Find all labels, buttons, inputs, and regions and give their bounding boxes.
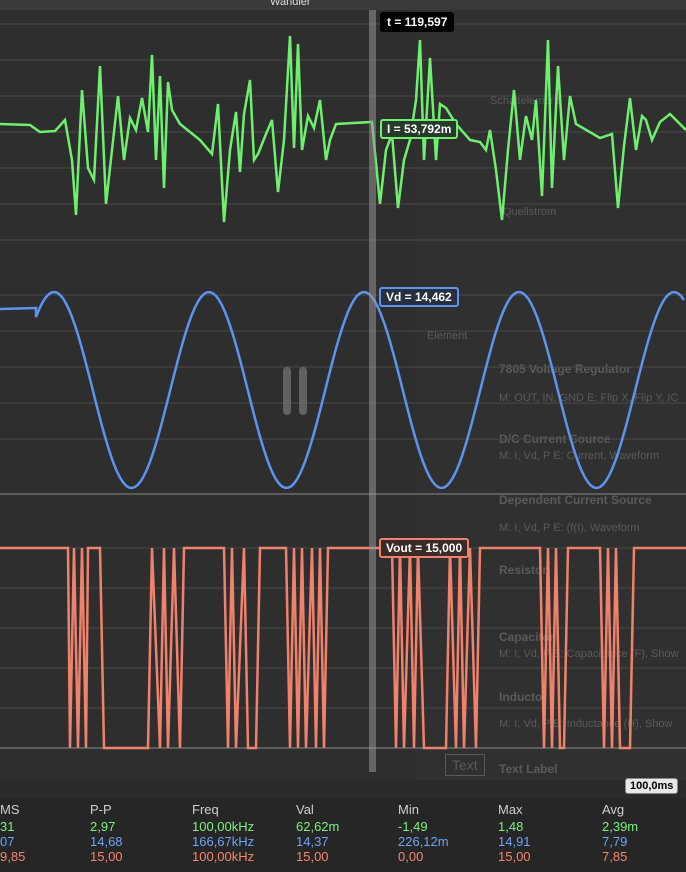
table-cell: 0,00 [398, 849, 424, 864]
voltage-trace [0, 290, 685, 490]
table-cell: 14,37 [296, 834, 329, 849]
table-cell: 100,00kHz [192, 819, 255, 834]
oscilloscope-window: Wandler Schaltelement Quellstrom Element… [0, 0, 686, 872]
table-cell: 7,79 [602, 834, 628, 849]
current-readout: I = 53,792m [380, 119, 459, 139]
measurement-table: MS 31 07 9,85 P-P 2,97 14,68 15,00 Freq 100,00kHz… [0, 798, 686, 872]
pause-icon[interactable] [283, 367, 309, 415]
table-header: P-P [90, 802, 112, 817]
table-cell: 9,85 [0, 849, 26, 864]
table-cell: 62,62m [296, 819, 340, 834]
voltage-readout: Vd = 14,462 [379, 287, 459, 307]
table-column: Max 1,48 14,91 15,00 [498, 802, 531, 864]
table-cell: 100,00kHz [192, 849, 255, 864]
table-cell: 7,85 [602, 849, 628, 864]
cursor-time-label: t = 119,597 [380, 12, 455, 32]
table-cell: 14,68 [90, 834, 123, 849]
table-cell: 15,00 [90, 849, 123, 864]
table-cell: 07 [0, 834, 15, 849]
table-column: MS 31 07 9,85 [0, 802, 25, 864]
table-column: Val 62,62m 14,37 15,00 [296, 802, 339, 864]
vout-trace [0, 546, 686, 750]
timebase-button[interactable]: 100,0ms [625, 778, 679, 794]
table-column: Avg 2,39m 7,79 7,85 [602, 802, 638, 864]
table-cell: 1,48 [498, 819, 524, 834]
table-header: Freq [192, 802, 219, 817]
table-header: Max [498, 802, 523, 817]
table-cell: 226,12m [398, 834, 449, 849]
table-header: Val [296, 802, 314, 817]
table-column: Freq 100,00kHz 166,67kHz 100,00kHz [192, 802, 254, 864]
table-cell: 2,97 [90, 819, 116, 834]
table-cell: -1,49 [398, 819, 428, 834]
table-column: P-P 2,97 14,68 15,00 [90, 802, 123, 864]
table-cell: 166,67kHz [192, 834, 255, 849]
time-cursor[interactable] [369, 10, 376, 772]
table-header: MS [0, 802, 20, 817]
vout-readout: Vout = 15,000 [379, 538, 470, 558]
current-trace [0, 35, 686, 223]
table-header: Min [398, 802, 419, 817]
table-cell: 2,39m [602, 819, 639, 834]
table-cell: 14,91 [498, 834, 531, 849]
table-column: Min -1,49 226,12m 0,00 [398, 802, 449, 864]
table-cell: 15,00 [498, 849, 531, 864]
table-cell: 15,00 [296, 849, 329, 864]
table-header: Avg [602, 802, 625, 817]
scope-plot [0, 23, 686, 750]
table-cell: 31 [0, 819, 15, 834]
